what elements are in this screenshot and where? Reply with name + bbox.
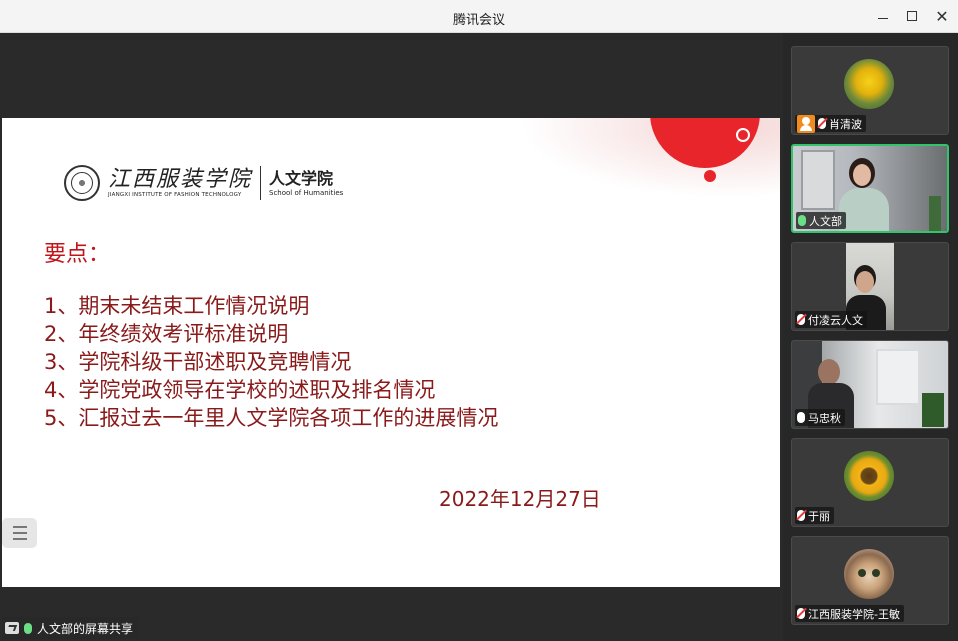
key-points-list: 1、期末未结束工作情况说明 2、年终绩效考评标准说明 3、学院科级干部述职及竞聘… — [44, 292, 498, 432]
department-name: 人文学院 — [269, 169, 334, 188]
presentation-slide: 江西服装学院 JIANGXI INSTITUTE OF FASHION TECH… — [2, 118, 780, 587]
participant-tile[interactable]: 于丽 — [791, 438, 949, 527]
key-point: 2、年终绩效考评标准说明 — [44, 322, 289, 346]
cat-avatar — [844, 549, 894, 599]
department-name-en: School of Humanities — [269, 189, 344, 197]
mic-muted-icon — [797, 314, 805, 325]
slide-decoration-red-dot — [704, 170, 716, 182]
share-status-label: 人文部的屏幕共享 — [37, 621, 134, 636]
mic-muted-icon — [797, 608, 805, 619]
dandelion-avatar — [844, 59, 894, 109]
mic-muted-icon — [797, 510, 805, 521]
participant-nametag: 人文部 — [796, 212, 846, 229]
participant-name: 肖清波 — [829, 117, 862, 131]
title-bar: 腾讯会议 ✕ — [0, 0, 958, 33]
school-seal-icon — [64, 165, 100, 201]
share-screen-icon — [5, 622, 19, 634]
key-point: 5、汇报过去一年里人文学院各项工作的进展情况 — [44, 406, 499, 430]
slide-heading: 要点： — [44, 242, 111, 267]
participant-tile[interactable]: 肖清波 — [791, 46, 949, 135]
mic-icon — [798, 215, 806, 226]
screen-share-area: 江西服装学院 JIANGXI INSTITUTE OF FASHION TECH… — [0, 33, 783, 641]
participant-name: 付凌云人文 — [808, 313, 863, 327]
participant-nametag: 肖清波 — [795, 114, 866, 133]
close-icon: ✕ — [935, 6, 949, 26]
mic-icon — [797, 412, 805, 423]
minimize-icon — [878, 17, 888, 19]
minimize-button[interactable] — [873, 6, 893, 26]
menu-icon — [12, 526, 27, 528]
participant-name: 马忠秋 — [808, 411, 841, 425]
maximize-icon — [907, 11, 917, 21]
participant-nametag: 马忠秋 — [795, 409, 845, 426]
close-button[interactable]: ✕ — [932, 6, 952, 26]
participant-tile-active[interactable]: 人文部 — [791, 144, 949, 233]
slide-decoration-ring — [736, 128, 750, 142]
school-name-en: JIANGXI INSTITUTE OF FASHION TECHNOLOGY — [108, 192, 242, 198]
key-point: 3、学院科级干部述职及竞聘情况 — [44, 350, 352, 374]
participant-nametag: 付凌云人文 — [795, 311, 867, 328]
participant-name: 于丽 — [808, 509, 830, 523]
participant-tile[interactable]: 马忠秋 — [791, 340, 949, 429]
slide-date: 2022年12月27日 — [439, 487, 601, 511]
host-icon — [797, 114, 815, 133]
key-point: 1、期末未结束工作情况说明 — [44, 294, 310, 318]
participant-name: 江西服装学院-王敏 — [808, 607, 900, 621]
participant-nametag: 江西服装学院-王敏 — [795, 605, 904, 622]
maximize-button[interactable] — [902, 6, 922, 26]
school-name: 江西服装学院 — [108, 167, 253, 192]
slide-menu-button[interactable] — [2, 518, 37, 548]
key-point: 4、学院党政领导在学校的述职及排名情况 — [44, 378, 436, 402]
window-title: 腾讯会议 — [452, 13, 505, 28]
participant-tile[interactable]: 付凌云人文 — [791, 242, 949, 331]
participants-panel: 肖清波 人文部 付凌云人文 马忠秋 于丽 江西服装学院-王敏 — [783, 33, 958, 641]
participant-name: 人文部 — [809, 214, 842, 228]
participant-nametag: 于丽 — [795, 507, 834, 524]
participant-tile[interactable]: 江西服装学院-王敏 — [791, 536, 949, 625]
mic-icon — [24, 622, 32, 634]
mic-muted-icon — [818, 118, 826, 129]
sunflower-avatar — [844, 451, 894, 501]
screen-share-status: 人文部的屏幕共享 — [2, 617, 140, 639]
logo-divider — [260, 166, 262, 200]
school-logo: 江西服装学院 JIANGXI INSTITUTE OF FASHION TECH… — [64, 163, 343, 203]
